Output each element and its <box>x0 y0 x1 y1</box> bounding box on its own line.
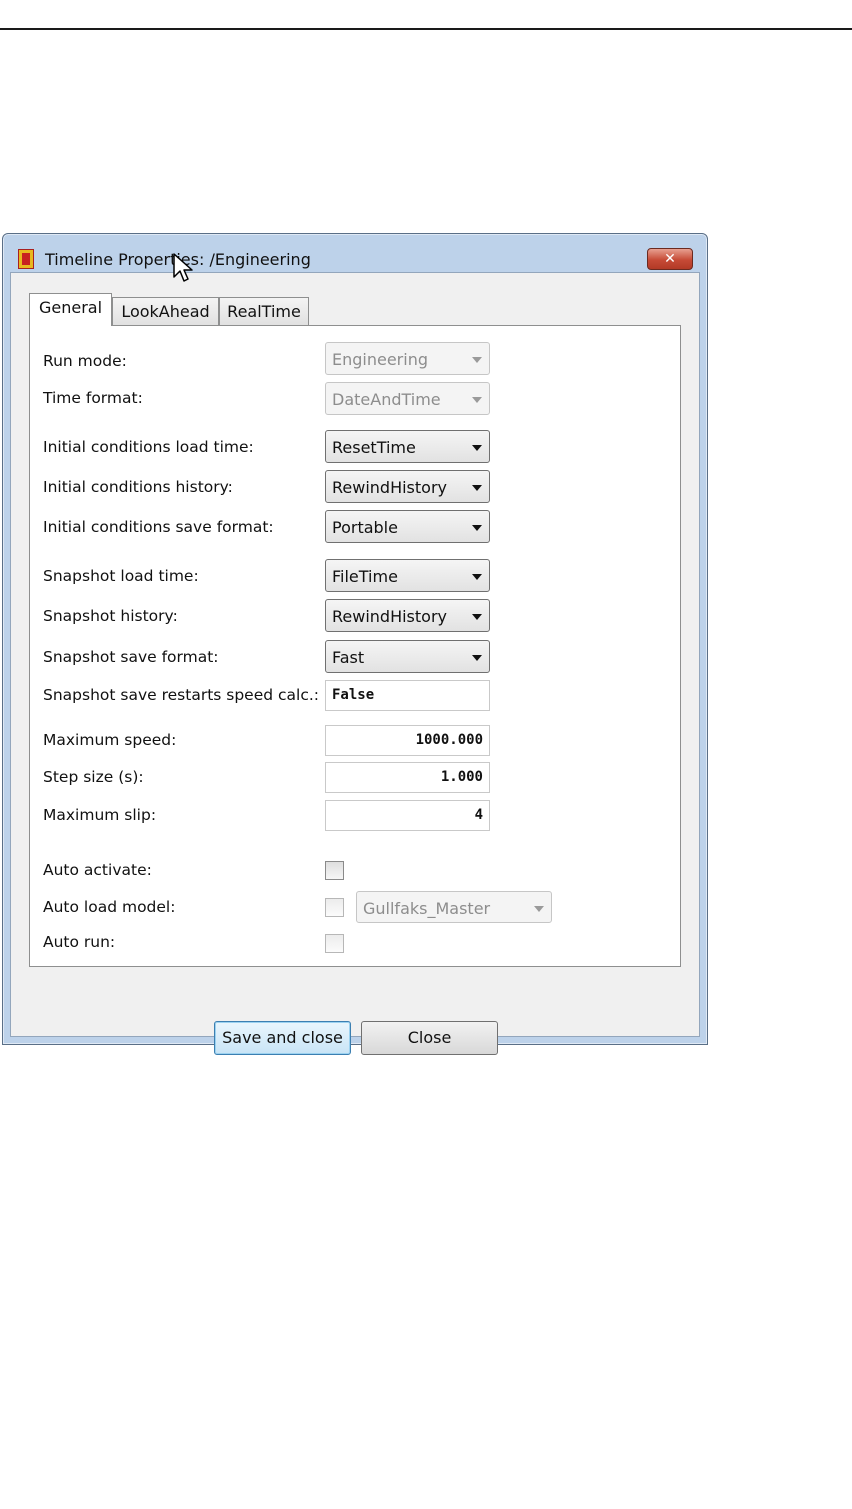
auto-run-label: Auto run: <box>43 933 116 951</box>
snapshot-restarts-speed-field[interactable]: False <box>325 680 490 711</box>
snapshot-save-format-label: Snapshot save format: <box>43 648 219 666</box>
time-format-label: Time format: <box>43 389 143 407</box>
window-close-button[interactable]: ✕ <box>647 248 693 270</box>
chevron-down-icon <box>472 574 482 580</box>
snapshot-history-select[interactable]: RewindHistory <box>325 599 490 632</box>
snapshot-save-format-select[interactable]: Fast <box>325 640 490 673</box>
auto-load-model-label: Auto load model: <box>43 898 176 916</box>
general-tab-panel: Run mode: Engineering Time format: DateA… <box>29 325 681 967</box>
mouse-pointer-icon <box>173 253 193 282</box>
snapshot-load-time-value: FileTime <box>332 567 398 586</box>
run-mode-value: Engineering <box>332 350 428 369</box>
snapshot-restarts-speed-value: False <box>332 687 375 703</box>
auto-load-model-checkbox <box>325 898 344 917</box>
ic-history-value: RewindHistory <box>332 478 447 497</box>
ic-history-select[interactable]: RewindHistory <box>325 470 490 503</box>
auto-run-checkbox <box>325 934 344 953</box>
chevron-down-icon <box>472 445 482 451</box>
auto-load-model-select: Gullfaks_Master <box>356 891 552 923</box>
snapshot-save-format-value: Fast <box>332 648 365 667</box>
step-size-label: Step size (s): <box>43 768 144 786</box>
page-top-rule <box>0 28 852 30</box>
chevron-down-icon <box>472 485 482 491</box>
ic-load-time-value: ResetTime <box>332 438 416 457</box>
snapshot-load-time-label: Snapshot load time: <box>43 567 199 585</box>
snapshot-history-value: RewindHistory <box>332 607 447 626</box>
auto-load-model-value: Gullfaks_Master <box>363 899 491 918</box>
app-crest-icon <box>18 249 34 269</box>
dialog-client-area: General LookAhead RealTime Run mode: Eng… <box>10 272 700 1055</box>
maximum-speed-label: Maximum speed: <box>43 731 177 749</box>
ic-load-time-select[interactable]: ResetTime <box>325 430 490 463</box>
title-bar[interactable]: Timeline Properties: /Engineering ✕ <box>3 234 707 272</box>
ic-history-label: Initial conditions history: <box>43 478 233 496</box>
chevron-down-icon <box>472 614 482 620</box>
ic-save-format-label: Initial conditions save format: <box>43 518 274 536</box>
time-format-select: DateAndTime <box>325 382 490 415</box>
snapshot-load-time-select[interactable]: FileTime <box>325 559 490 592</box>
snapshot-restarts-speed-label: Snapshot save restarts speed calc.: <box>43 686 320 704</box>
tab-general[interactable]: General <box>29 293 112 326</box>
save-and-close-button[interactable]: Save and close <box>214 1021 351 1055</box>
auto-activate-label: Auto activate: <box>43 861 152 879</box>
chevron-down-icon <box>472 397 482 403</box>
maximum-slip-label: Maximum slip: <box>43 806 157 824</box>
chevron-down-icon <box>534 906 544 912</box>
auto-activate-checkbox[interactable] <box>325 861 344 880</box>
time-format-value: DateAndTime <box>332 390 441 409</box>
step-size-value: 1.000 <box>440 769 483 785</box>
ic-save-format-value: Portable <box>332 518 398 537</box>
snapshot-history-label: Snapshot history: <box>43 607 178 625</box>
maximum-speed-field[interactable]: 1000.000 <box>325 725 490 756</box>
maximum-slip-value: 4 <box>474 807 483 823</box>
tab-realtime[interactable]: RealTime <box>219 297 309 326</box>
run-mode-label: Run mode: <box>43 352 127 370</box>
chevron-down-icon <box>472 525 482 531</box>
close-button[interactable]: Close <box>361 1021 498 1055</box>
timeline-properties-dialog: Timeline Properties: /Engineering ✕ Gene… <box>2 233 708 1055</box>
chevron-down-icon <box>472 655 482 661</box>
ic-load-time-label: Initial conditions load time: <box>43 438 254 456</box>
ic-save-format-select[interactable]: Portable <box>325 510 490 543</box>
maximum-slip-field[interactable]: 4 <box>325 800 490 831</box>
maximum-speed-value: 1000.000 <box>415 732 483 748</box>
tab-lookahead[interactable]: LookAhead <box>112 297 219 326</box>
step-size-field[interactable]: 1.000 <box>325 762 490 793</box>
run-mode-select: Engineering <box>325 342 490 375</box>
chevron-down-icon <box>472 357 482 363</box>
